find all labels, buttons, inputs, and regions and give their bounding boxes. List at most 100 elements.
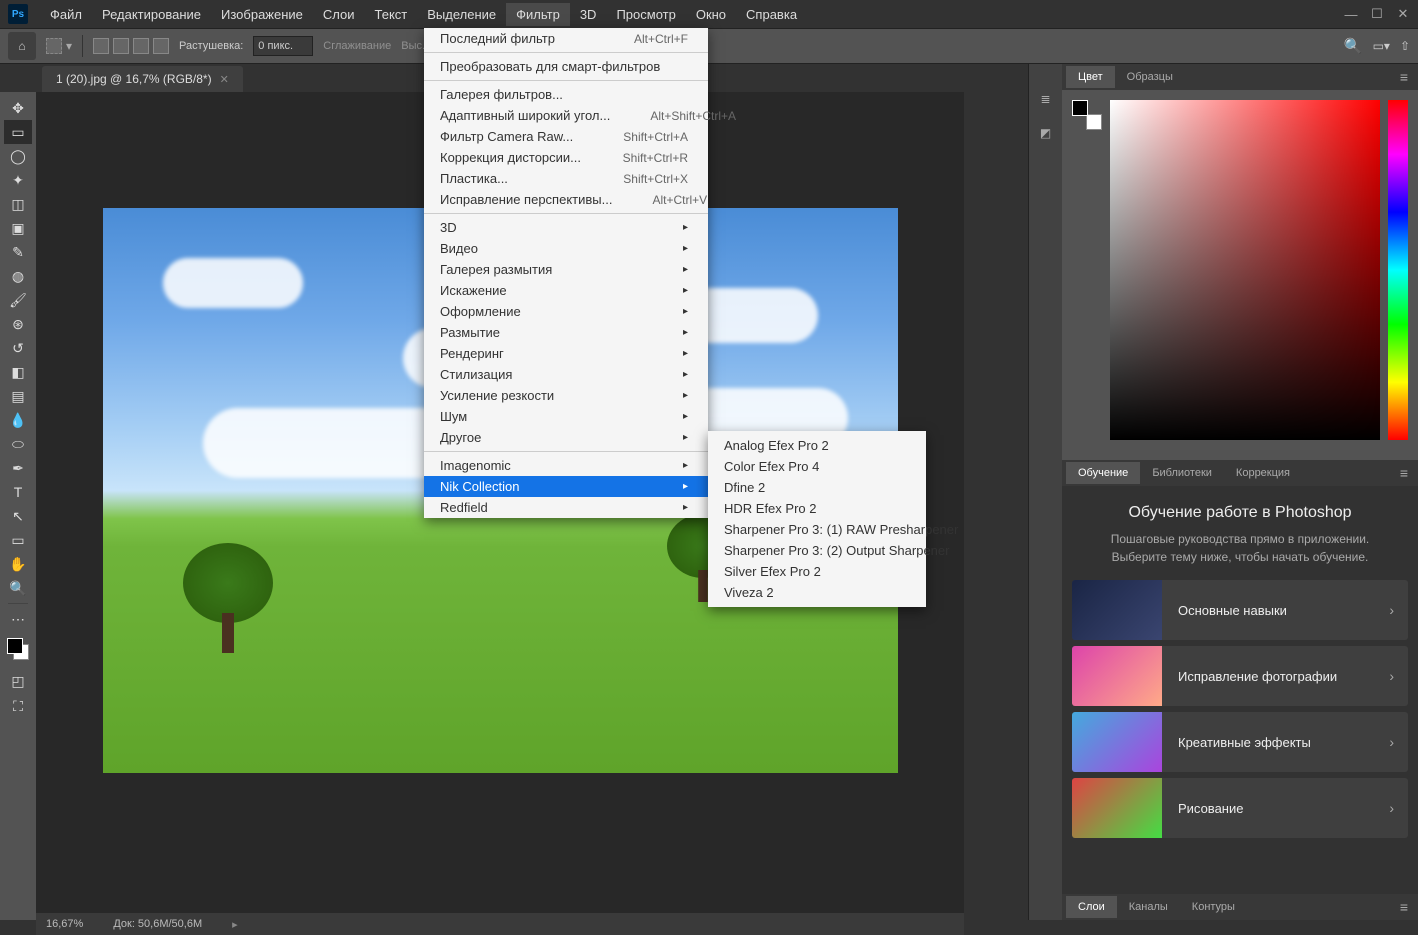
menu-item[interactable]: Адаптивный широкий угол...Alt+Shift+Ctrl… bbox=[424, 105, 708, 126]
close-tab-icon[interactable]: ✕ bbox=[220, 73, 229, 86]
color-panel-swatch[interactable] bbox=[1072, 100, 1102, 130]
menu-файл[interactable]: Файл bbox=[40, 3, 92, 26]
learn-item[interactable]: Рисование› bbox=[1072, 778, 1408, 838]
menu-item[interactable]: Галерея размытия bbox=[424, 259, 708, 280]
menu-item[interactable]: Другое bbox=[424, 427, 708, 448]
lasso-tool[interactable]: ◯ bbox=[4, 144, 32, 168]
menu-item[interactable]: Стилизация bbox=[424, 364, 708, 385]
search-icon[interactable]: 🔍 bbox=[1344, 37, 1363, 55]
menu-item[interactable]: Усиление резкости bbox=[424, 385, 708, 406]
share-icon[interactable]: ⇧ bbox=[1400, 39, 1410, 53]
magic-wand-tool[interactable]: ✦ bbox=[4, 168, 32, 192]
menu-item[interactable]: Видео bbox=[424, 238, 708, 259]
hand-tool[interactable]: ✋ bbox=[4, 552, 32, 576]
marquee-preset[interactable]: ▾ bbox=[46, 38, 72, 54]
move-tool[interactable]: ✥ bbox=[4, 96, 32, 120]
menu-3d[interactable]: 3D bbox=[570, 3, 607, 26]
menu-item[interactable]: Фильтр Camera Raw...Shift+Ctrl+A bbox=[424, 126, 708, 147]
menu-изображение[interactable]: Изображение bbox=[211, 3, 313, 26]
menu-item[interactable]: Последний фильтрAlt+Ctrl+F bbox=[424, 28, 708, 49]
tab-layers[interactable]: Слои bbox=[1066, 896, 1117, 918]
tab-adjustments[interactable]: Коррекция bbox=[1224, 462, 1302, 484]
menu-item[interactable]: Nik Collection bbox=[424, 476, 708, 497]
doc-size[interactable]: Док: 50,6M/50,6M bbox=[113, 918, 202, 930]
menu-текст[interactable]: Текст bbox=[365, 3, 418, 26]
eraser-tool[interactable]: ◧ bbox=[4, 360, 32, 384]
menu-item[interactable]: Исправление перспективы...Alt+Ctrl+V bbox=[424, 189, 708, 210]
clone-tool[interactable]: ⊛ bbox=[4, 312, 32, 336]
menu-просмотр[interactable]: Просмотр bbox=[606, 3, 685, 26]
menu-item[interactable]: Imagenomic bbox=[424, 455, 708, 476]
history-panel-icon[interactable]: ≣ bbox=[1035, 88, 1057, 110]
foreground-background-colors[interactable] bbox=[7, 638, 29, 660]
panel-menu-icon[interactable]: ≡ bbox=[1394, 69, 1414, 85]
menu-item[interactable]: Размытие bbox=[424, 322, 708, 343]
submenu-item[interactable]: Silver Efex Pro 2 bbox=[708, 561, 926, 582]
close-button[interactable]: ✕ bbox=[1396, 7, 1410, 21]
minimize-button[interactable]: — bbox=[1344, 7, 1358, 21]
zoom-level[interactable]: 16,67% bbox=[46, 918, 83, 930]
frame-tool[interactable]: ▣ bbox=[4, 216, 32, 240]
menu-справка[interactable]: Справка bbox=[736, 3, 807, 26]
crop-tool[interactable]: ◫ bbox=[4, 192, 32, 216]
type-tool[interactable]: T bbox=[4, 480, 32, 504]
spot-heal-tool[interactable]: ◍ bbox=[4, 264, 32, 288]
submenu-item[interactable]: Sharpener Pro 3: (2) Output Sharpener bbox=[708, 540, 926, 561]
submenu-item[interactable]: Sharpener Pro 3: (1) RAW Presharpener bbox=[708, 519, 926, 540]
submenu-item[interactable]: Viveza 2 bbox=[708, 582, 926, 603]
maximize-button[interactable]: ☐ bbox=[1370, 7, 1384, 21]
tab-learn[interactable]: Обучение bbox=[1066, 462, 1140, 484]
eyedropper-tool[interactable]: ✎ bbox=[4, 240, 32, 264]
learn-item[interactable]: Креативные эффекты› bbox=[1072, 712, 1408, 772]
quick-mask-icon[interactable]: ◰ bbox=[4, 669, 32, 693]
selection-mode-icons[interactable] bbox=[93, 38, 169, 54]
home-button[interactable]: ⌂ bbox=[8, 32, 36, 60]
menu-item[interactable]: Redfield bbox=[424, 497, 708, 518]
edit-toolbar-icon[interactable]: ⋯ bbox=[4, 607, 32, 631]
panel-menu-icon[interactable]: ≡ bbox=[1394, 465, 1414, 481]
tab-libraries[interactable]: Библиотеки bbox=[1140, 462, 1224, 484]
menu-окно[interactable]: Окно bbox=[686, 3, 736, 26]
rectangle-tool[interactable]: ▭ bbox=[4, 528, 32, 552]
menu-редактирование[interactable]: Редактирование bbox=[92, 3, 211, 26]
menu-item[interactable]: Коррекция дисторсии...Shift+Ctrl+R bbox=[424, 147, 708, 168]
tab-channels[interactable]: Каналы bbox=[1117, 896, 1180, 918]
submenu-item[interactable]: Dfine 2 bbox=[708, 477, 926, 498]
menu-item[interactable]: Галерея фильтров... bbox=[424, 84, 708, 105]
panel-menu-icon[interactable]: ≡ bbox=[1394, 899, 1414, 915]
menu-item[interactable]: Шум bbox=[424, 406, 708, 427]
blur-tool[interactable]: 💧 bbox=[4, 408, 32, 432]
tab-color[interactable]: Цвет bbox=[1066, 66, 1115, 88]
menu-выделение[interactable]: Выделение bbox=[417, 3, 506, 26]
workspace-switcher-icon[interactable]: ▭▾ bbox=[1373, 39, 1390, 53]
submenu-item[interactable]: HDR Efex Pro 2 bbox=[708, 498, 926, 519]
history-brush-tool[interactable]: ↺ bbox=[4, 336, 32, 360]
menu-item[interactable]: 3D bbox=[424, 217, 708, 238]
properties-panel-icon[interactable]: ◩ bbox=[1035, 122, 1057, 144]
pen-tool[interactable]: ✒ bbox=[4, 456, 32, 480]
menu-item[interactable]: Оформление bbox=[424, 301, 708, 322]
path-select-tool[interactable]: ↖ bbox=[4, 504, 32, 528]
gradient-tool[interactable]: ▤ bbox=[4, 384, 32, 408]
learn-item[interactable]: Основные навыки› bbox=[1072, 580, 1408, 640]
submenu-item[interactable]: Color Efex Pro 4 bbox=[708, 456, 926, 477]
menu-фильтр[interactable]: Фильтр bbox=[506, 3, 570, 26]
brush-tool[interactable]: 🖌 bbox=[4, 288, 32, 312]
menu-item[interactable]: Пластика...Shift+Ctrl+X bbox=[424, 168, 708, 189]
hue-slider[interactable] bbox=[1388, 100, 1408, 440]
menu-item[interactable]: Рендеринг bbox=[424, 343, 708, 364]
feather-input[interactable] bbox=[253, 36, 313, 56]
menu-item[interactable]: Преобразовать для смарт-фильтров bbox=[424, 56, 708, 77]
tab-swatches[interactable]: Образцы bbox=[1115, 66, 1185, 88]
document-tab[interactable]: 1 (20).jpg @ 16,7% (RGB/8*) ✕ bbox=[42, 66, 243, 92]
dodge-tool[interactable]: ⬭ bbox=[4, 432, 32, 456]
color-field[interactable] bbox=[1110, 100, 1380, 440]
menu-слои[interactable]: Слои bbox=[313, 3, 365, 26]
marquee-tool[interactable]: ▭ bbox=[4, 120, 32, 144]
submenu-item[interactable]: Analog Efex Pro 2 bbox=[708, 435, 926, 456]
learn-item[interactable]: Исправление фотографии› bbox=[1072, 646, 1408, 706]
menu-item[interactable]: Искажение bbox=[424, 280, 708, 301]
screen-mode-icon[interactable]: ⛶ bbox=[4, 694, 32, 718]
zoom-tool[interactable]: 🔍 bbox=[4, 576, 32, 600]
tab-paths[interactable]: Контуры bbox=[1180, 896, 1247, 918]
